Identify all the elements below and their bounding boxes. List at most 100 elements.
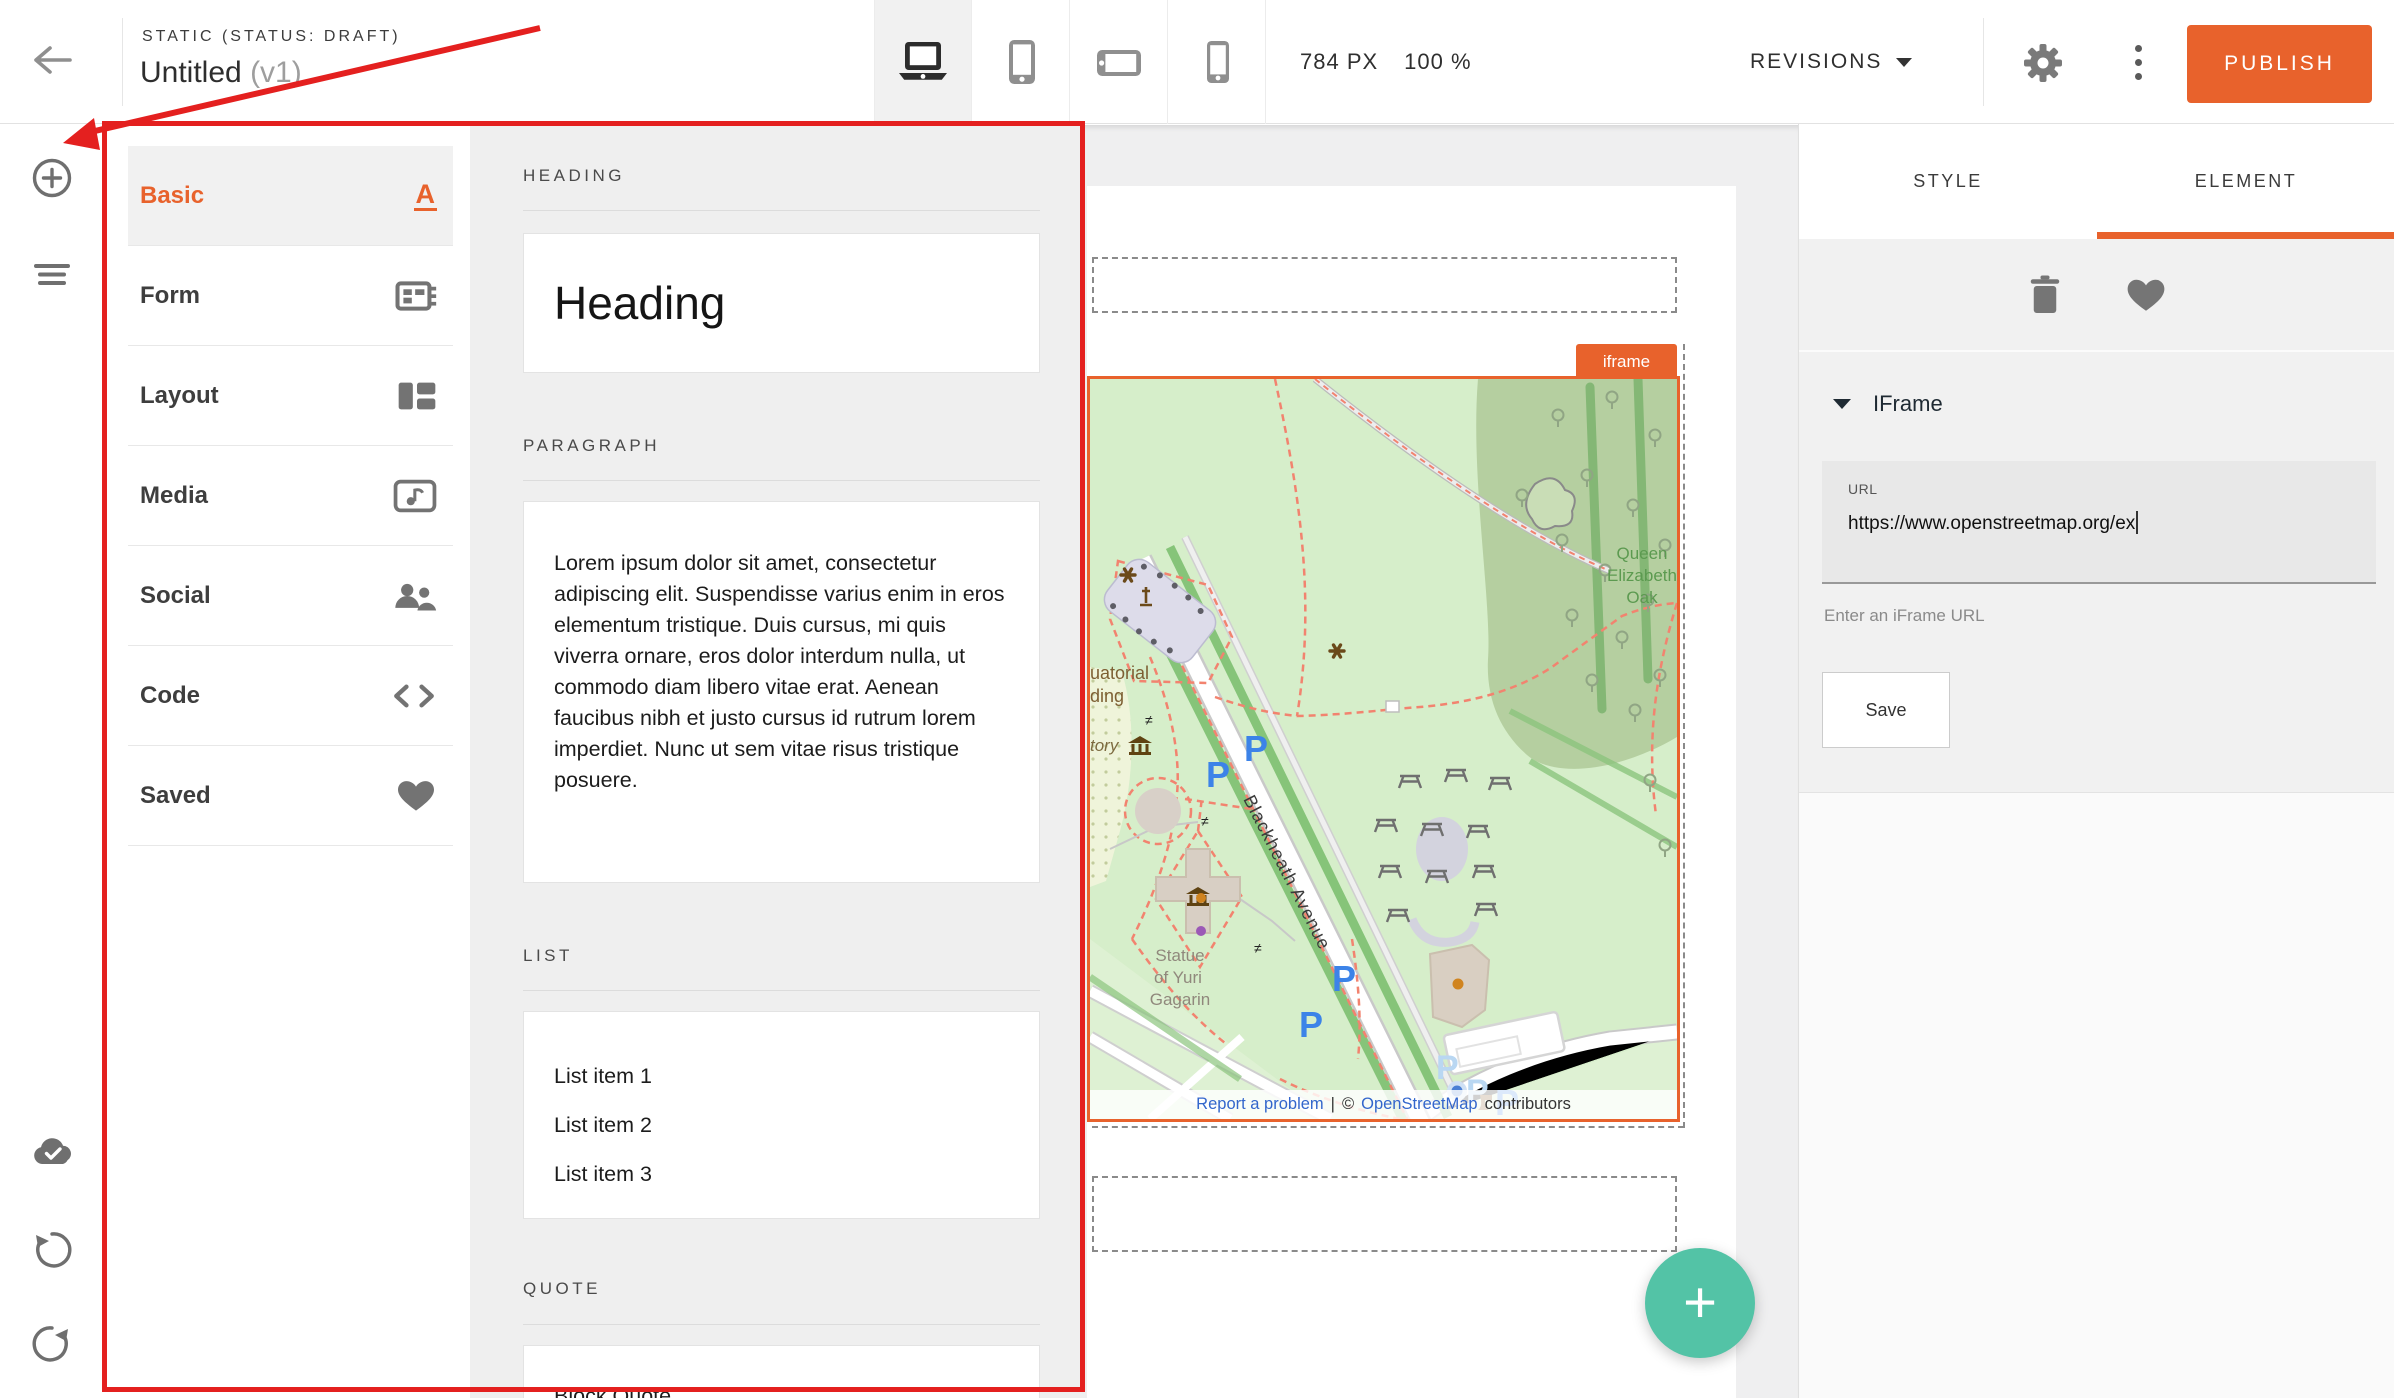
attrib-divider: |: [1331, 1095, 1335, 1114]
paragraph-sample: Lorem ipsum dolor sit amet, consectetur …: [554, 548, 1012, 796]
chevron-down-icon: [1833, 399, 1851, 409]
zoom-value: 100 %: [1404, 49, 1471, 75]
plus-circle-icon: [30, 156, 74, 200]
palette-category-code[interactable]: Code: [128, 646, 453, 746]
palette-category-saved[interactable]: Saved: [128, 746, 453, 846]
kebab-icon: [2135, 45, 2142, 52]
favorite-icon[interactable]: [2125, 276, 2167, 314]
empty-block-placeholder[interactable]: [1092, 1176, 1677, 1252]
palette-category-form[interactable]: Form: [128, 246, 453, 346]
gate-marker: ≠: [1145, 712, 1153, 728]
iframe-block-outline: [1092, 1126, 1684, 1128]
saved-status-button[interactable]: [30, 1134, 74, 1178]
list-item: List item 2: [554, 1101, 1039, 1150]
list-item: List item 1: [554, 1052, 1039, 1101]
empty-block-placeholder[interactable]: [1092, 257, 1677, 313]
palette-category-label: Media: [140, 482, 208, 510]
parking-icon: P: [1332, 958, 1356, 999]
map-attribution: Report a problem | © OpenStreetMap contr…: [1090, 1090, 1677, 1119]
people-icon: [391, 579, 437, 613]
element-actions-toolbar: [1799, 239, 2394, 352]
back-arrow-icon: [36, 48, 70, 72]
tablet-landscape-icon: [1091, 40, 1147, 84]
map-label-statue: Gagarin: [1150, 990, 1210, 1009]
doc-status: STATIC (STATUS: DRAFT): [142, 28, 401, 46]
layers-button[interactable]: [30, 252, 74, 296]
section-label-paragraph: PARAGRAPH: [523, 436, 660, 456]
trash-icon[interactable]: [2027, 274, 2063, 316]
attrib-contributors: contributors: [1485, 1095, 1571, 1114]
save-button[interactable]: Save: [1822, 672, 1950, 748]
element-palette: Basic A Form Layout Media Social: [102, 124, 470, 1398]
map-label-oak: Oak: [1626, 588, 1658, 607]
revisions-label: REVISIONS: [1750, 50, 1882, 74]
gear-icon: [2020, 40, 2066, 86]
section-divider: [523, 210, 1040, 211]
device-preview-switcher: [874, 0, 1266, 124]
tab-style[interactable]: STYLE: [1799, 124, 2097, 239]
add-element-button[interactable]: [30, 156, 74, 200]
palette-category-label: Saved: [140, 782, 211, 810]
text-a-icon: A: [414, 180, 438, 211]
palette-category-basic[interactable]: Basic A: [128, 146, 453, 246]
element-card-list[interactable]: List item 1 List item 2 List item 3: [523, 1011, 1040, 1219]
layout-icon: [397, 379, 437, 413]
device-tablet-landscape-button[interactable]: [1070, 0, 1168, 124]
doc-version: (v1): [250, 56, 302, 89]
inspector-tabs: STYLE ELEMENT: [1799, 124, 2394, 239]
tab-element[interactable]: ELEMENT: [2097, 124, 2394, 239]
map-label-building: uatorial: [1090, 663, 1149, 683]
redo-icon: [30, 1322, 74, 1366]
doc-title-text: Untitled: [140, 56, 242, 89]
device-laptop-button[interactable]: [874, 0, 972, 124]
map-label-statue: Statue: [1155, 946, 1204, 965]
palette-category-layout[interactable]: Layout: [128, 346, 453, 446]
iframe-section-header[interactable]: IFrame: [1799, 354, 2394, 454]
quote-sample: Block Quote: [554, 1384, 671, 1398]
iframe-map-element[interactable]: ≠ ≠ ≠ P P P P P P P Queen Elizabeth Oak …: [1087, 376, 1680, 1122]
section-divider: [523, 990, 1040, 991]
cloud-check-icon: [30, 1134, 78, 1174]
iframe-url-input[interactable]: URL https://www.openstreetmap.org/ex: [1822, 461, 2376, 584]
left-rail: [0, 124, 102, 1398]
publish-button[interactable]: PUBLISH: [2187, 25, 2372, 103]
element-card-heading[interactable]: Heading: [523, 233, 1040, 373]
heading-sample: Heading: [554, 276, 725, 330]
palette-category-label: Basic: [140, 182, 204, 210]
attrib-copyright: ©: [1342, 1095, 1354, 1114]
redo-button[interactable]: [30, 1322, 74, 1366]
viewport-info: 784 PX 100 %: [1300, 0, 1472, 124]
topbar-divider: [1983, 18, 1984, 106]
element-list-column: HEADING Heading PARAGRAPH Lorem ipsum do…: [470, 124, 1085, 1398]
iframe-element-tag[interactable]: iframe: [1576, 344, 1677, 379]
element-card-paragraph[interactable]: Lorem ipsum dolor sit amet, consectetur …: [523, 501, 1040, 883]
palette-category-social[interactable]: Social: [128, 546, 453, 646]
code-icon: [391, 680, 437, 712]
settings-button[interactable]: [2020, 40, 2066, 91]
undo-button[interactable]: [30, 1228, 74, 1272]
report-problem-link[interactable]: Report a problem: [1196, 1095, 1323, 1114]
memorial-dot: [1196, 893, 1206, 903]
form-icon: [395, 279, 437, 313]
device-tablet-portrait-button[interactable]: [972, 0, 1070, 124]
add-block-fab[interactable]: +: [1645, 1248, 1755, 1358]
section-label-quote: QUOTE: [523, 1279, 601, 1299]
back-button[interactable]: [28, 40, 76, 80]
iframe-section-title: IFrame: [1873, 391, 1943, 417]
heart-icon: [395, 778, 437, 814]
palette-category-media[interactable]: Media: [128, 446, 453, 546]
top-bar: STATIC (STATUS: DRAFT) Untitled (v1): [0, 0, 2394, 124]
osm-link[interactable]: OpenStreetMap: [1361, 1095, 1477, 1114]
parking-icon: P: [1299, 1004, 1323, 1045]
laptop-icon: [895, 40, 951, 84]
more-options-button[interactable]: [2126, 36, 2150, 88]
section-divider: [523, 1324, 1040, 1325]
doc-title: Untitled (v1): [140, 56, 302, 90]
revisions-dropdown[interactable]: REVISIONS: [1750, 0, 1912, 124]
iframe-block-outline: [1683, 344, 1685, 1128]
palette-category-label: Social: [140, 582, 211, 610]
element-card-quote[interactable]: Block Quote: [523, 1345, 1040, 1398]
device-phone-button[interactable]: [1168, 0, 1266, 124]
gate-marker: ≠: [1201, 813, 1209, 829]
url-field-label: URL: [1848, 481, 2376, 497]
